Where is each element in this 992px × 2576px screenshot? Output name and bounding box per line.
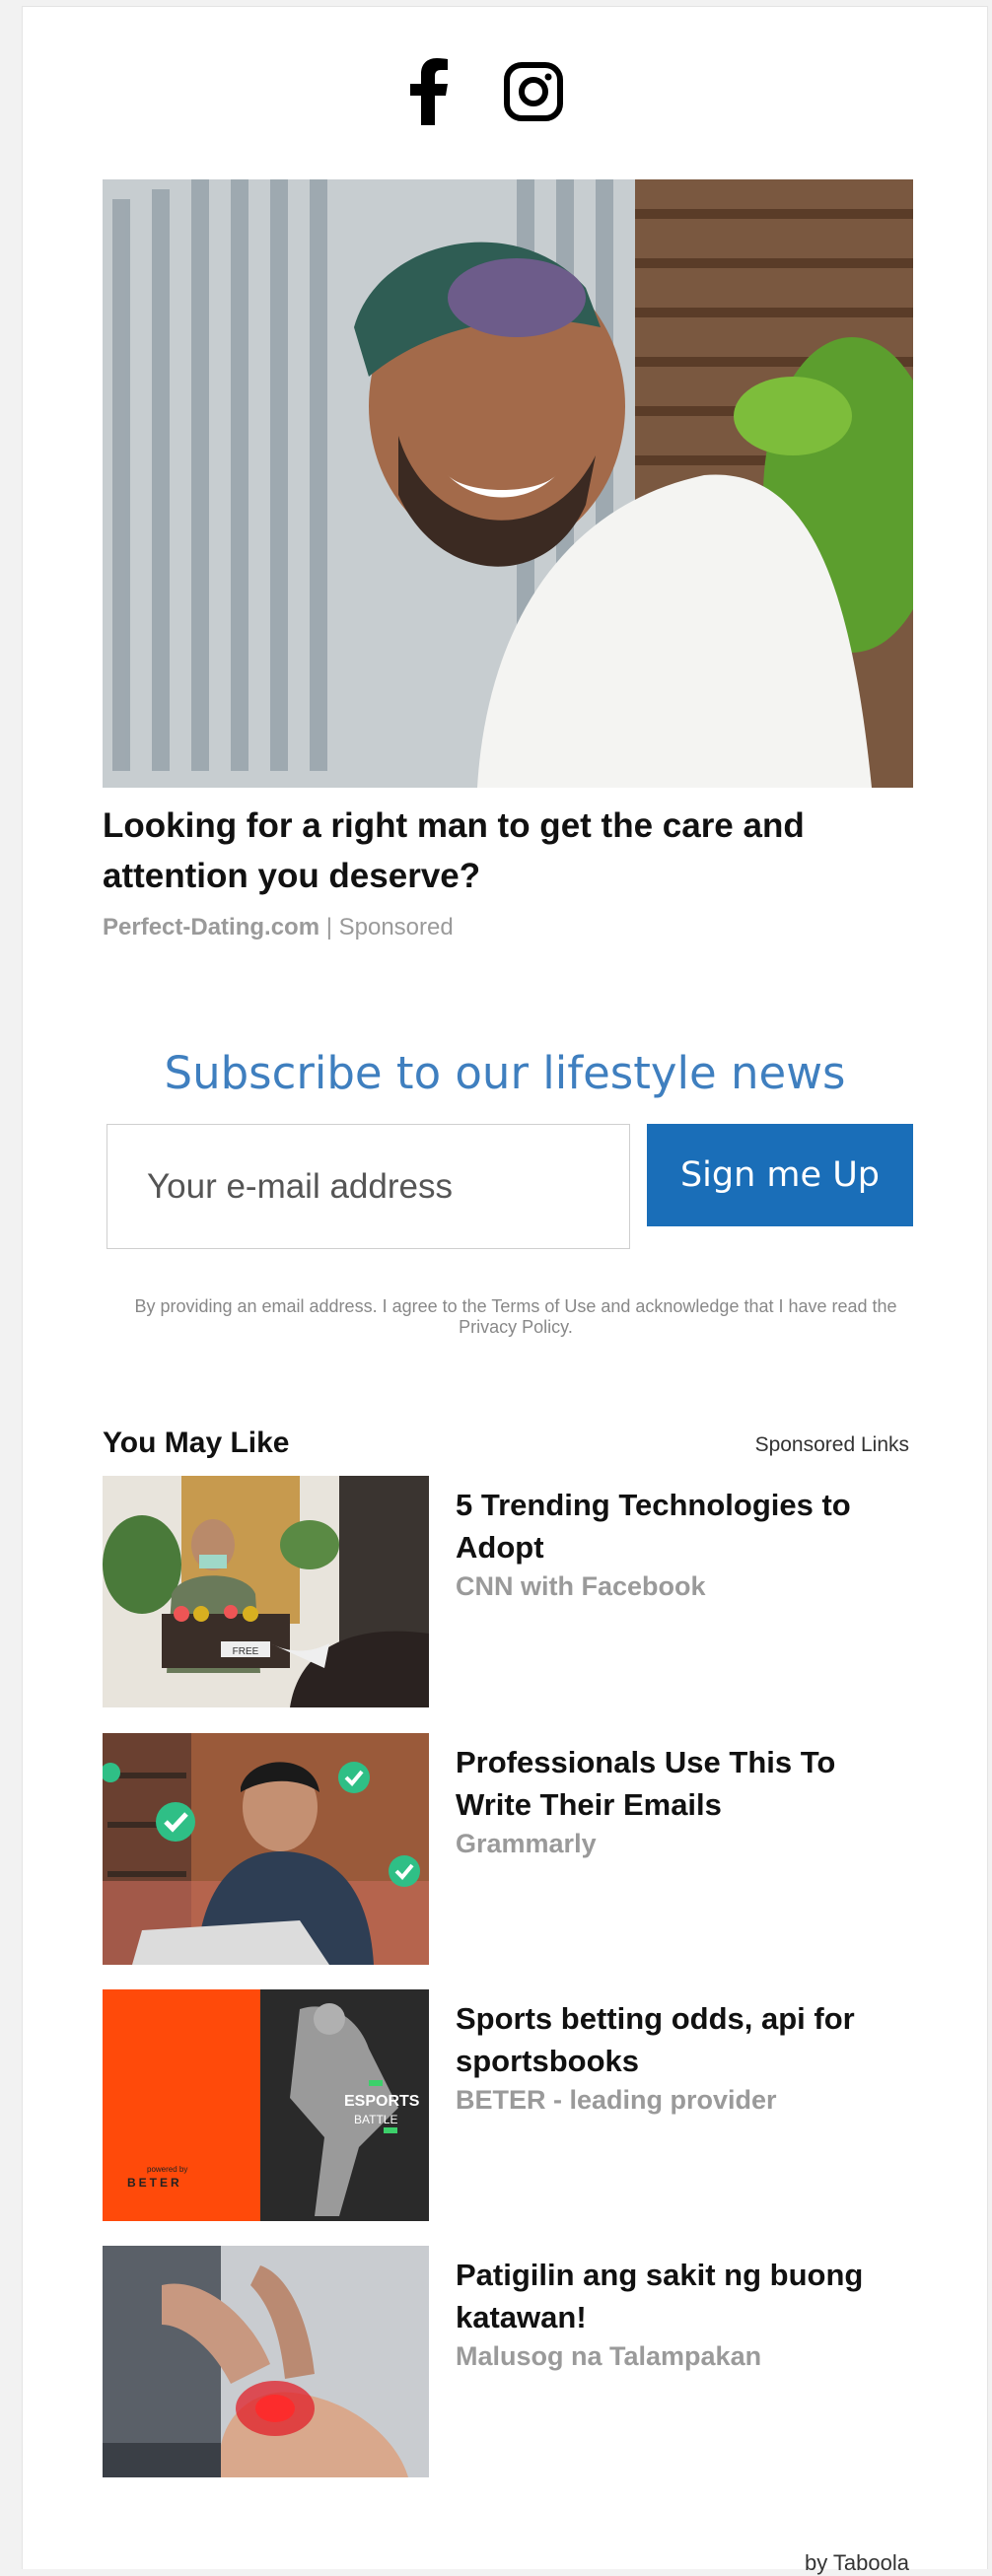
recommendation-item[interactable]: Professionals Use This To Write Their Em… bbox=[103, 1733, 913, 1965]
hero-separator: | bbox=[319, 914, 339, 940]
thumb-powered-by: powered by bbox=[147, 2165, 187, 2174]
thumb-esports-label: ESPORTS bbox=[344, 2093, 420, 2110]
recommendation-title[interactable]: Sports betting odds, api for sportsbooks bbox=[456, 1997, 919, 2082]
hero-sponsored: Sponsored bbox=[338, 914, 454, 940]
recommendation-thumbnail[interactable] bbox=[103, 2246, 429, 2477]
hero-meta: Perfect-Dating.com | Sponsored bbox=[103, 914, 454, 941]
thumb-box-label: FREE bbox=[233, 1646, 259, 1657]
thumb-beter-logo: BETER bbox=[127, 2176, 182, 2190]
email-input[interactable] bbox=[106, 1124, 630, 1249]
facebook-icon[interactable] bbox=[397, 56, 457, 125]
subscribe-title: Subscribe to our lifestyle news bbox=[164, 1047, 846, 1099]
hero-source[interactable]: Perfect-Dating.com bbox=[103, 914, 319, 940]
recommendation-source[interactable]: CNN with Facebook bbox=[456, 1571, 706, 1602]
recommendation-source[interactable]: Grammarly bbox=[456, 1829, 597, 1859]
recommendation-source[interactable]: Malusog na Talampakan bbox=[456, 2341, 761, 2372]
subscribe-disclaimer: By providing an email address. I agree t… bbox=[134, 1296, 897, 1337]
sign-up-button[interactable]: Sign me Up bbox=[647, 1124, 913, 1226]
hero-image[interactable] bbox=[103, 179, 913, 788]
recommendation-thumbnail[interactable]: ESPORTS BATTLE powered by BETER bbox=[103, 1989, 429, 2221]
taboola-attribution[interactable]: by Taboola bbox=[805, 2550, 909, 2576]
social-links bbox=[23, 56, 987, 125]
recommendations-title: You May Like bbox=[103, 1427, 290, 1459]
recommendation-thumbnail[interactable] bbox=[103, 1733, 429, 1965]
recommendation-source[interactable]: BETER - leading provider bbox=[456, 2085, 777, 2116]
recommendation-thumbnail[interactable]: FREE bbox=[103, 1476, 429, 1707]
sponsored-links-label[interactable]: Sponsored Links bbox=[755, 1433, 909, 1457]
recommendation-item[interactable]: ESPORTS BATTLE powered by BETER Sports b… bbox=[103, 1989, 913, 2221]
recommendation-item[interactable]: FREE 5 Trending Technologies to Adopt CN… bbox=[103, 1476, 913, 1707]
thumb-battle-label: BATTLE bbox=[354, 2113, 397, 2126]
recommendation-item[interactable]: Patigilin ang sakit ng buong katawan! Ma… bbox=[103, 2246, 913, 2477]
hero-title[interactable]: Looking for a right man to get the care … bbox=[103, 801, 931, 901]
recommendation-title[interactable]: Patigilin ang sakit ng buong katawan! bbox=[456, 2254, 919, 2338]
recommendation-title[interactable]: 5 Trending Technologies to Adopt bbox=[456, 1484, 919, 1568]
recommendation-title[interactable]: Professionals Use This To Write Their Em… bbox=[456, 1741, 919, 1826]
instagram-icon[interactable] bbox=[504, 62, 563, 121]
page: Looking for a right man to get the care … bbox=[22, 6, 988, 2575]
